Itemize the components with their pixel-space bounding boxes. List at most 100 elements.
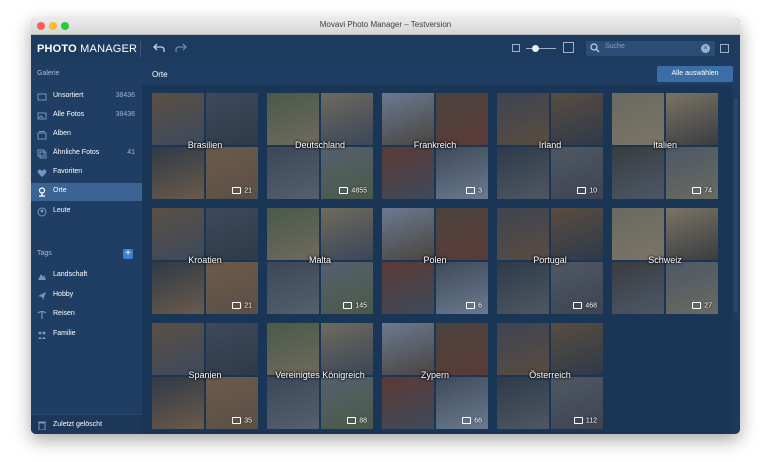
sidebar-item-unsortiert[interactable]: Unsortiert 38436 (31, 88, 142, 106)
place-name: Österreich (529, 370, 571, 380)
sidebar: Galerie Unsortiert 38436 Alle Fotos 3843… (31, 63, 142, 434)
sidebar-item-label: Ähnliche Fotos (53, 149, 100, 156)
sidebar-tag-familie[interactable]: Familie (31, 326, 142, 344)
redo-icon[interactable] (175, 43, 187, 53)
place-photo-count: 112 (573, 416, 597, 424)
tag-label: Reisen (53, 310, 75, 317)
place-card[interactable]: Spanien 35 (152, 323, 258, 430)
sidebar-item-orte[interactable]: Orte (31, 183, 142, 201)
place-photo-count: 21 (232, 301, 252, 309)
scrollbar-thumb[interactable] (734, 98, 738, 313)
place-thumbnail (267, 93, 319, 145)
sidebar-tag-reisen[interactable]: Reisen (31, 306, 142, 324)
place-thumbnail (382, 262, 434, 314)
sidebar-item-alle-fotos[interactable]: Alle Fotos 38436 (31, 107, 142, 125)
place-thumbnail (152, 147, 204, 199)
place-thumbnail (152, 377, 204, 429)
toolbar-separator (140, 41, 141, 57)
zoom-out-icon[interactable] (512, 44, 520, 52)
place-thumbnail (267, 208, 319, 260)
place-name: Vereinigtes Königreich (275, 370, 365, 380)
place-card[interactable]: Polen 6 (382, 208, 488, 315)
zoom-slider[interactable] (526, 48, 556, 49)
zoom-in-icon[interactable] (563, 42, 574, 53)
place-card[interactable]: Frankreich 3 (382, 93, 488, 200)
place-name: Irland (538, 140, 562, 150)
photos-icon (347, 416, 357, 424)
place-card[interactable]: Kroatien 21 (152, 208, 258, 315)
place-thumbnail (267, 262, 319, 314)
place-card[interactable]: Deutschland 4855 (267, 93, 373, 200)
sidebar-item-favoriten[interactable]: Favoriten (31, 164, 142, 182)
tag-label: Hobby (53, 291, 74, 298)
place-thumbnail (382, 93, 434, 145)
clear-search-icon[interactable]: × (701, 44, 710, 53)
place-photo-count: 468 (573, 301, 597, 309)
sidebar-item-alben[interactable]: Alben (31, 126, 142, 144)
zoom-slider-knob[interactable] (532, 45, 539, 52)
place-thumbnail (497, 147, 549, 199)
place-card[interactable]: Portugal 468 (497, 208, 603, 315)
hobby-tag-icon (38, 292, 46, 300)
place-thumbnail (497, 323, 549, 375)
tags-header: Tags (37, 250, 52, 257)
place-thumbnail (382, 208, 434, 260)
content-header: Orte Alle auswählen (142, 63, 740, 85)
count-value: 27 (704, 302, 712, 309)
tag-label: Familie (53, 330, 76, 337)
place-thumbnail (497, 262, 549, 314)
place-name: Deutschland (294, 140, 346, 150)
count-value: 6 (478, 302, 482, 309)
sidebar-item-label: Alben (53, 130, 71, 137)
place-card[interactable]: Malta 145 (267, 208, 373, 315)
place-thumbnail (152, 262, 204, 314)
search-input[interactable]: Suche × (586, 41, 715, 56)
search-placeholder: Suche (605, 43, 625, 50)
sidebar-tag-landschaft[interactable]: Landschaft (31, 267, 142, 285)
place-thumbnail (267, 323, 319, 375)
recently-deleted-item[interactable]: Zuletzt gelöscht (31, 414, 142, 434)
place-card[interactable]: Italien 74 (612, 93, 718, 200)
count-value: 10 (589, 187, 597, 194)
place-thumbnail (206, 208, 258, 260)
photos-icon (339, 186, 349, 194)
sidebar-item-leute[interactable]: Leute (31, 203, 142, 221)
photos-icon (692, 301, 702, 309)
select-all-button[interactable]: Alle auswählen (657, 66, 733, 82)
place-name: Spanien (188, 370, 222, 380)
place-thumbnail (382, 377, 434, 429)
place-photo-count: 35 (232, 416, 252, 424)
app-window: Movavi Photo Manager – Testversion PHOTO… (31, 18, 740, 434)
sidebar-item-aehnliche-fotos[interactable]: Ähnliche Fotos 41 (31, 145, 142, 163)
sidebar-tag-hobby[interactable]: Hobby (31, 287, 142, 305)
place-card[interactable]: Österreich 112 (497, 323, 603, 430)
similar-photos-icon (37, 149, 47, 159)
sidebar-item-label: Orte (53, 187, 67, 194)
place-thumbnail (666, 93, 718, 145)
sidebar-item-label: Favoriten (53, 168, 83, 175)
place-name: Italien (652, 140, 678, 150)
page-title: Orte (152, 70, 168, 79)
photos-icon (232, 186, 242, 194)
undo-icon[interactable] (153, 43, 165, 53)
search-icon (590, 43, 600, 53)
photos-icon (466, 186, 476, 194)
place-card[interactable]: Zypern 66 (382, 323, 488, 430)
place-thumbnail (267, 147, 319, 199)
photos-icon (232, 416, 242, 424)
place-thumbnail (612, 262, 664, 314)
title-bar: Movavi Photo Manager – Testversion (31, 18, 740, 35)
place-card[interactable]: Vereinigtes Königreich 88 (267, 323, 373, 430)
landscape-tag-icon (38, 274, 46, 280)
place-thumbnail (612, 147, 664, 199)
all-photos-icon (37, 112, 47, 120)
place-card[interactable]: Schweiz 27 (612, 208, 718, 315)
place-thumbnail (551, 208, 603, 260)
calendar-icon[interactable] (720, 44, 729, 53)
add-tag-button[interactable]: + (123, 249, 133, 259)
photos-icon (466, 301, 476, 309)
place-card[interactable]: Irland 10 (497, 93, 603, 200)
place-card[interactable]: Brasilien 21 (152, 93, 258, 200)
place-photo-count: 66 (462, 416, 482, 424)
place-photo-count: 74 (692, 186, 712, 194)
